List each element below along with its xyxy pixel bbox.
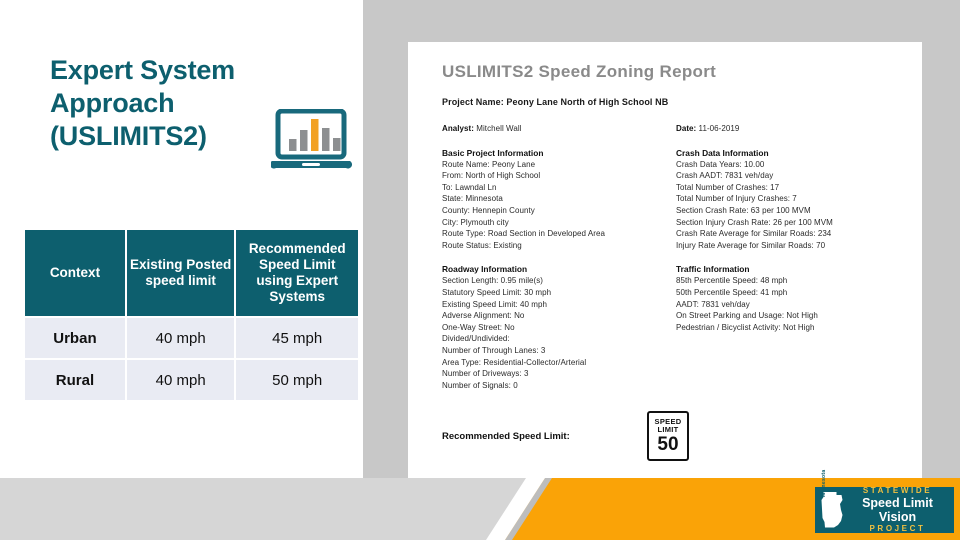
page-title-line-3: (USLIMITS2) — [50, 121, 207, 151]
logo-text-block: STATEWIDE Speed Limit Vision PROJECT — [845, 486, 954, 534]
report-project-name: Project Name: Peony Lane North of High S… — [442, 97, 669, 107]
roadway-line: Number of Driveways: 3 — [442, 369, 529, 379]
recommended-speed-limit-label: Recommended Speed Limit: — [442, 430, 570, 442]
cell-recommended-rural: 50 mph — [236, 360, 358, 400]
table-header-recommended-line-2: Speed Limit — [258, 257, 336, 272]
basic-line: County: Hennepin County — [442, 205, 535, 215]
crash-line: Crash AADT: 7831 veh/day — [676, 171, 774, 181]
roadway-line: Divided/Undivided: — [442, 334, 510, 344]
roadway-line: Existing Speed Limit: 40 mph — [442, 299, 548, 309]
crash-line: Section Crash Rate: 63 per 100 MVM — [676, 205, 811, 215]
table-header-existing-posted-speed-limit: Existing Posted speed limit — [126, 230, 235, 316]
recommended-speed-limit-row: Recommended Speed Limit: SPEED LIMIT 50 — [442, 411, 910, 462]
logo-line-speed-limit-vision: Speed Limit Vision — [862, 496, 933, 524]
basic-project-information-section: Basic Project Information Route Name: Pe… — [442, 148, 676, 252]
report-title: USLIMITS2 Speed Zoning Report — [442, 62, 717, 81]
report-date-label: Date: — [676, 124, 697, 133]
page-title: Expert System Approach (USLIMITS2) — [50, 54, 300, 153]
traffic-line: 50th Percentile Speed: 41 mph — [676, 287, 788, 297]
table-header-existing-line-1: Existing Posted — [130, 257, 232, 272]
statewide-speed-limit-vision-project-logo: Minnesota STATEWIDE Speed Limit Vision P… — [815, 470, 954, 534]
cell-context-urban: Urban — [25, 318, 125, 358]
table-row: Rural 40 mph 50 mph — [25, 360, 358, 400]
sign-line-limit: LIMIT — [657, 424, 679, 434]
crash-line: Total Number of Crashes: 17 — [676, 182, 780, 192]
report-date-value: 11-06-2019 — [698, 124, 740, 133]
traffic-information-section: Traffic Information 85th Percentile Spee… — [676, 264, 910, 391]
report-analyst-value: Mitchell Wall — [476, 124, 522, 133]
table-header-recommended-line-3: using Expert — [256, 273, 339, 288]
table-header-context: Context — [25, 230, 125, 316]
logo-line-statewide: STATEWIDE — [862, 486, 933, 495]
crash-line: Crash Rate Average for Similar Roads: 23… — [676, 229, 832, 239]
cell-existing-urban: 40 mph — [126, 318, 235, 358]
page-title-line-1: Expert System — [50, 55, 235, 85]
crash-line: Injury Rate Average for Similar Roads: 7… — [676, 240, 826, 250]
basic-line: Route Name: Peony Lane — [442, 159, 536, 169]
traffic-line: 85th Percentile Speed: 48 mph — [676, 276, 788, 286]
roadway-line: Statutory Speed Limit: 30 mph — [442, 287, 552, 297]
report-date: Date: 11-06-2019 — [676, 123, 910, 135]
traffic-line: Pedestrian / Bicyclist Activity: Not Hig… — [676, 322, 815, 332]
roadway-line: Number of Signals: 0 — [442, 380, 518, 390]
report-analyst-label: Analyst: — [442, 124, 474, 133]
sign-value: 50 — [657, 433, 679, 455]
basic-line: Route Status: Existing — [442, 240, 522, 250]
table-header-context-line-1: Context — [49, 265, 101, 280]
crash-data-information-heading: Crash Data Information — [676, 147, 769, 158]
minnesota-state-outline-icon: Minnesota — [819, 470, 845, 529]
table-header-existing-line-2: speed limit — [145, 273, 216, 288]
basic-line: From: North of High School — [442, 171, 541, 181]
page-title-line-2: Approach — [50, 88, 175, 118]
roadway-information-heading: Roadway Information — [442, 264, 528, 275]
basic-line: Route Type: Road Section in Developed Ar… — [442, 229, 605, 239]
traffic-line: AADT: 7831 veh/day — [676, 299, 750, 309]
table-header-recommended-line-4: Systems — [269, 289, 325, 304]
basic-line: To: Lawndal Ln — [442, 182, 497, 192]
roadway-line: Area Type: Residential-Collector/Arteria… — [442, 357, 587, 367]
laptop-bar-chart-icon — [269, 108, 359, 173]
roadway-information-section: Roadway Information Section Length: 0.95… — [442, 264, 676, 391]
traffic-information-heading: Traffic Information — [676, 264, 750, 275]
crash-line: Total Number of Injury Crashes: 7 — [676, 194, 797, 204]
logo-line-project: PROJECT — [869, 524, 926, 533]
table-header-recommended-speed-limit: Recommended Speed Limit using Expert Sys… — [236, 230, 358, 316]
traffic-line: On Street Parking and Usage: Not High — [676, 311, 818, 321]
speed-limit-sign-icon: SPEED LIMIT 50 — [647, 411, 689, 462]
cell-context-rural: Rural — [25, 360, 125, 400]
crash-data-information-section: Crash Data Information Crash Data Years:… — [676, 148, 910, 252]
basic-line: State: Minnesota — [442, 194, 503, 204]
speed-limit-comparison-table: Context Existing Posted speed limit Reco… — [23, 228, 360, 402]
basic-line: City: Plymouth city — [442, 217, 509, 227]
slide-canvas: Expert System Approach (USLIMITS2) Conte… — [0, 0, 960, 540]
roadway-line: Section Length: 0.95 mile(s) — [442, 276, 544, 286]
minnesota-label: Minnesota — [821, 469, 827, 497]
roadway-line: One-Way Street: No — [442, 322, 515, 332]
roadway-line: Adverse Alignment: No — [442, 311, 525, 321]
table-header-recommended-line-1: Recommended — [248, 241, 346, 256]
table-header-row: Context Existing Posted speed limit Reco… — [25, 230, 358, 316]
basic-project-information-heading: Basic Project Information — [442, 147, 544, 158]
cell-recommended-urban: 45 mph — [236, 318, 358, 358]
roadway-line: Number of Through Lanes: 3 — [442, 345, 546, 355]
report-analyst: Analyst: Mitchell Wall — [442, 123, 676, 135]
cell-existing-rural: 40 mph — [126, 360, 235, 400]
uslimits2-report-document: USLIMITS2 Speed Zoning Report Project Na… — [408, 42, 922, 478]
table-row: Urban 40 mph 45 mph — [25, 318, 358, 358]
crash-line: Section Injury Crash Rate: 26 per 100 MV… — [676, 217, 833, 227]
crash-line: Crash Data Years: 10.00 — [676, 159, 765, 169]
